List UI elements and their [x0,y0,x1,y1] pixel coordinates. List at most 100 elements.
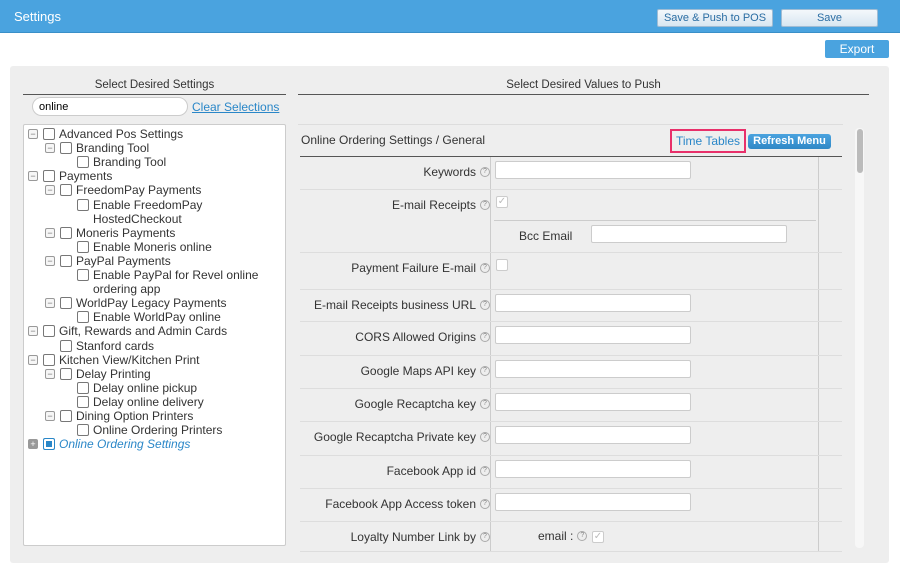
collapse-icon[interactable]: − [28,326,38,337]
tree-item[interactable]: ordering app [62,282,160,296]
expand-icon[interactable]: + [28,439,38,450]
tree-item[interactable]: Delay online pickup [62,381,197,395]
setting-input[interactable] [495,326,691,344]
help-icon[interactable]: ? [480,466,490,476]
tree-checkbox[interactable] [77,198,89,211]
bcc-email-input[interactable] [591,225,787,243]
email-checkbox[interactable]: ✓ [592,531,604,543]
setting-checkbox[interactable]: ✓ [496,196,508,208]
setting-row: Keywords? [300,157,842,190]
tree-item-label: Online Ordering Settings [59,437,191,452]
tree-checkbox[interactable] [60,297,72,310]
tree-checkbox[interactable] [77,240,89,253]
collapse-icon[interactable]: − [45,255,55,266]
tree-checkbox[interactable] [43,128,55,140]
email-label: email : [538,529,574,543]
tree-item[interactable]: − WorldPay Legacy Payments [45,296,227,310]
setting-input[interactable] [495,393,691,411]
tree-checkbox[interactable] [60,254,72,267]
help-icon[interactable]: ? [480,300,490,310]
help-icon[interactable]: ? [480,263,490,273]
tree-item[interactable]: Enable Moneris online [62,240,212,254]
setting-input[interactable] [495,426,691,444]
tree-item[interactable]: − FreedomPay Payments [45,183,201,197]
collapse-icon[interactable]: − [45,298,55,309]
tree-item[interactable]: HostedCheckout [62,212,182,226]
setting-label: CORS Allowed Origins? [355,330,490,344]
tree-checkbox[interactable] [43,353,55,366]
tree-item[interactable]: + Online Ordering Settings [28,437,190,451]
help-icon[interactable]: ? [480,499,490,509]
tree-item[interactable]: − Branding Tool [45,141,149,155]
tree-item[interactable]: − PayPal Payments [45,254,171,268]
help-icon[interactable]: ? [480,432,490,442]
tree-item[interactable]: Enable FreedomPay [62,198,202,212]
setting-row: Facebook App id? [300,456,842,489]
setting-label-text: E-mail Receipts business URL [313,298,476,312]
setting-input[interactable] [495,360,691,378]
tree-item[interactable]: Stanford cards [45,339,154,353]
help-icon[interactable]: ? [480,167,490,177]
tree-item[interactable]: Branding Tool [62,155,166,169]
setting-input[interactable] [495,294,691,312]
tree-checkbox[interactable] [60,226,72,239]
tree-item[interactable]: − Payments [28,169,112,183]
setting-label-text: Facebook App id [386,464,476,478]
setting-input[interactable] [495,493,691,511]
tree-checkbox[interactable] [77,269,89,281]
collapse-icon[interactable]: − [45,143,55,154]
time-tables-button[interactable]: Time Tables [670,129,746,153]
tree-item[interactable]: − Moneris Payments [45,226,175,240]
tree-item[interactable]: Enable WorldPay online [62,310,221,324]
save-button[interactable]: Save [781,9,878,27]
tree-checkbox[interactable] [60,339,72,352]
refresh-menu-button[interactable]: Refresh Menu [748,134,831,149]
export-button[interactable]: Export [825,40,889,58]
collapse-icon[interactable]: − [45,411,55,421]
collapse-icon[interactable]: − [28,171,38,182]
setting-input[interactable] [495,161,691,179]
tree-checkbox[interactable] [60,410,72,422]
tree-item[interactable]: − Gift, Rewards and Admin Cards [28,324,227,338]
tree-checkbox[interactable] [77,424,89,437]
collapse-icon[interactable]: − [45,185,55,196]
setting-row: Google Maps API key? [300,356,842,389]
collapse-icon[interactable]: − [28,354,38,365]
help-icon[interactable]: ? [480,399,490,409]
setting-checkbox[interactable] [496,259,508,271]
tree-item[interactable]: − Advanced Pos Settings [28,127,183,141]
help-icon[interactable]: ? [480,366,490,376]
tree-checkbox[interactable] [60,184,72,197]
tree-checkbox[interactable] [60,367,72,380]
search-input[interactable] [32,97,188,116]
tree-item-label: Enable Moneris online [93,239,212,254]
tree-checkbox[interactable] [77,381,89,394]
tree-checkbox[interactable] [77,311,89,324]
tree-checkbox[interactable] [60,142,72,155]
tree-item[interactable]: − Kitchen View/Kitchen Print [28,353,200,367]
tree-item[interactable]: Online Ordering Printers [62,423,222,437]
tree-checkbox[interactable] [43,438,55,451]
tree-item[interactable]: Enable PayPal for Revel online [62,268,258,282]
collapse-icon[interactable]: − [45,227,55,238]
help-icon[interactable]: ? [480,200,490,210]
scrollbar-thumb[interactable] [857,129,863,173]
collapse-icon[interactable]: − [28,129,38,139]
tree-item[interactable]: Delay online delivery [62,395,204,409]
collapse-icon[interactable]: − [45,368,55,379]
help-icon[interactable]: ? [577,531,588,541]
tree-checkbox[interactable] [77,395,89,408]
tree-checkbox[interactable] [43,325,55,338]
setting-input[interactable] [495,460,691,478]
help-icon[interactable]: ? [480,532,490,542]
help-icon[interactable]: ? [480,332,490,342]
page-title: Settings [14,9,61,24]
tree-item[interactable]: − Delay Printing [45,367,151,381]
tree-item-label: Gift, Rewards and Admin Cards [59,324,228,339]
tree-item[interactable]: − Dining Option Printers [45,409,193,423]
tree-checkbox[interactable] [43,170,55,183]
tree-checkbox[interactable] [77,156,89,169]
clear-selections-link[interactable]: Clear Selections [192,100,279,114]
save-push-button[interactable]: Save & Push to POS [657,9,773,27]
scrollbar-track[interactable] [855,128,864,548]
